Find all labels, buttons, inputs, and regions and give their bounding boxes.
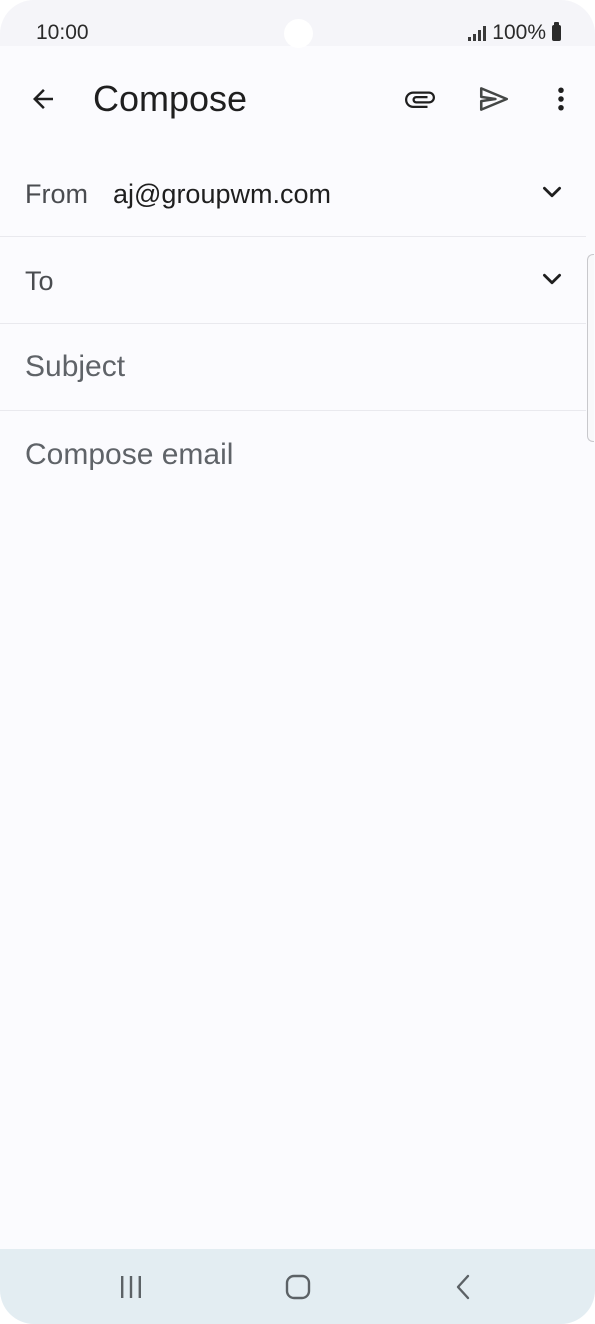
- back-button[interactable]: [20, 76, 66, 122]
- signal-icon: [468, 25, 487, 41]
- from-expand-button[interactable]: [532, 172, 572, 212]
- to-label: To: [25, 266, 54, 296]
- edge-handle[interactable]: [587, 254, 594, 442]
- subject-placeholder: Subject: [25, 350, 126, 383]
- camera-cutout: [284, 19, 313, 48]
- more-vertical-icon: [558, 87, 564, 111]
- attach-button[interactable]: [397, 76, 443, 122]
- from-row[interactable]: From aj@groupwm.com: [0, 150, 586, 237]
- body-placeholder: Compose email: [25, 438, 234, 471]
- status-time: 10:00: [36, 21, 89, 44]
- recent-apps-button[interactable]: [101, 1267, 161, 1307]
- compose-body-field[interactable]: Compose email: [0, 412, 586, 1232]
- page-title: Compose: [93, 78, 248, 119]
- battery-icon: [552, 22, 561, 41]
- chevron-down-icon: [543, 273, 561, 285]
- recent-apps-icon: [121, 1276, 141, 1298]
- from-label: From: [25, 179, 88, 209]
- navigation-bar: [0, 1249, 595, 1324]
- paperclip-icon: [405, 91, 435, 108]
- system-back-button[interactable]: [434, 1267, 494, 1307]
- from-address[interactable]: aj@groupwm.com: [113, 177, 331, 211]
- send-icon: [479, 87, 509, 111]
- app-bar: Compose: [0, 46, 595, 150]
- to-expand-button[interactable]: [532, 259, 572, 299]
- back-icon: [456, 1274, 470, 1300]
- arrow-left-icon: [33, 89, 53, 109]
- to-row[interactable]: To: [0, 237, 586, 324]
- chevron-down-icon: [543, 186, 561, 198]
- more-options-button[interactable]: [538, 76, 584, 122]
- send-button[interactable]: [471, 76, 517, 122]
- subject-field[interactable]: Subject: [0, 324, 586, 411]
- home-button[interactable]: [268, 1267, 328, 1307]
- status-bar: 10:00 100%: [0, 0, 595, 48]
- status-indicators: 100%: [468, 21, 561, 45]
- home-icon: [285, 1274, 311, 1300]
- compose-screen: 10:00 100% Compose From aj@groupwm.com T…: [0, 0, 595, 1324]
- battery-percent: 100%: [492, 21, 546, 44]
